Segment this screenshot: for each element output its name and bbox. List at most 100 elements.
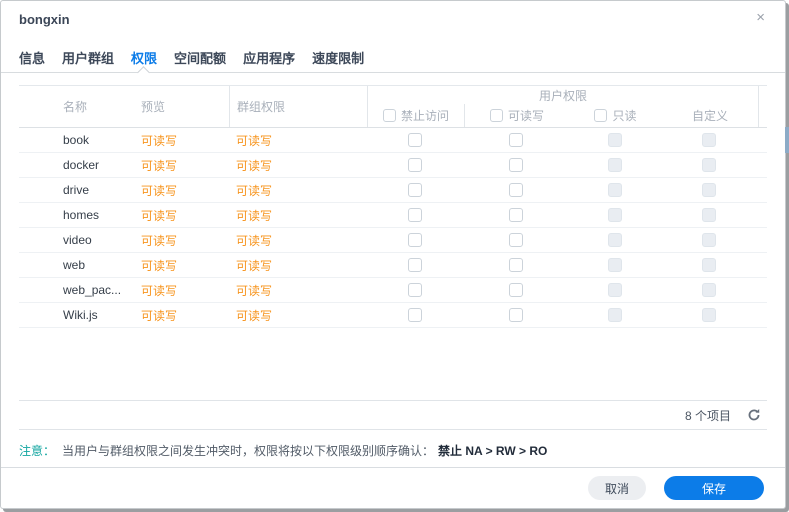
group-permission: 可读写 [236, 308, 273, 323]
tab-quota[interactable]: 空间配额 [174, 46, 226, 72]
tab-label: 空间配额 [174, 51, 227, 66]
read-only-checkbox[interactable] [607, 183, 622, 197]
group-permission: 可读写 [236, 158, 273, 173]
group-permission: 可读写 [236, 133, 273, 148]
dialog-footer: 取消 保存 [1, 467, 785, 508]
tab-label: 信息 [19, 51, 46, 66]
shared-folder-name: drive [63, 183, 90, 197]
shared-folder-name: web [63, 258, 86, 272]
preview-permission: 可读写 [141, 258, 178, 273]
preview-permission: 可读写 [141, 158, 178, 173]
preview-permission: 可读写 [141, 233, 178, 248]
custom-checkbox[interactable] [702, 183, 716, 197]
no-access-checkbox[interactable] [408, 283, 422, 297]
note-priority-order: 禁止 NA > RW > RO [438, 444, 548, 458]
note-label: 注意： [19, 444, 56, 458]
cancel-button[interactable]: 取消 [588, 476, 646, 500]
read-only-checkbox[interactable] [607, 158, 622, 172]
read-write-checkbox[interactable] [508, 283, 523, 297]
subcolumn-no-access: 禁止访问 [368, 104, 464, 127]
table-row: book 可读写 可读写 [19, 128, 767, 153]
read-only-checkbox[interactable] [607, 308, 622, 322]
shared-folder-name: docker [63, 158, 100, 172]
read-only-select-all-checkbox[interactable] [594, 109, 608, 122]
table-empty-area [19, 328, 767, 400]
table-row: web 可读写 可读写 [19, 253, 767, 278]
tab-label: 速度限制 [312, 51, 365, 66]
read-write-checkbox[interactable] [508, 233, 523, 247]
preview-permission: 可读写 [141, 308, 178, 323]
read-write-checkbox[interactable] [508, 158, 523, 172]
table-row: video 可读写 可读写 [19, 228, 767, 253]
read-write-checkbox[interactable] [508, 208, 523, 222]
refresh-icon[interactable] [747, 408, 761, 422]
table-row: drive 可读写 可读写 [19, 178, 767, 203]
custom-checkbox[interactable] [702, 308, 716, 322]
tab-user-groups[interactable]: 用户群组 [62, 46, 114, 72]
shared-folder-name: Wiki.js [63, 308, 98, 322]
table-row: homes 可读写 可读写 [19, 203, 767, 228]
group-permission: 可读写 [236, 258, 273, 273]
no-access-checkbox[interactable] [408, 258, 422, 272]
read-write-select-all-checkbox[interactable] [489, 109, 503, 122]
read-only-checkbox[interactable] [607, 208, 622, 222]
read-write-checkbox[interactable] [508, 258, 523, 272]
table-row: web_pac... 可读写 可读写 [19, 278, 767, 303]
custom-checkbox[interactable] [702, 158, 716, 172]
subcolumn-read-write-label: 可读写 [507, 109, 544, 123]
no-access-checkbox[interactable] [408, 308, 422, 322]
read-only-checkbox[interactable] [607, 258, 622, 272]
read-write-checkbox[interactable] [508, 183, 523, 197]
no-access-checkbox[interactable] [408, 208, 422, 222]
column-header-user-permission: 用户权限 [538, 88, 587, 103]
tab-bar: 信息 用户群组 权限 空间配额 应用程序 速度限制 [1, 46, 785, 73]
subcolumn-read-only-label: 只读 [612, 109, 637, 123]
save-button[interactable]: 保存 [664, 476, 764, 500]
table-header: 名称 预览 群组权限 用户权限 禁止访问 可读写 只读 自定义 [19, 85, 767, 128]
tab-speed-limit[interactable]: 速度限制 [312, 46, 364, 72]
user-edit-dialog: bongxin × 信息 用户群组 权限 空间配额 应用程序 速度限制 名称 预… [0, 0, 786, 509]
read-only-checkbox[interactable] [607, 233, 622, 247]
preview-permission: 可读写 [141, 208, 178, 223]
custom-checkbox[interactable] [702, 258, 716, 272]
subcolumn-read-write: 可读写 [464, 104, 569, 127]
no-access-checkbox[interactable] [408, 158, 422, 172]
custom-checkbox[interactable] [702, 283, 716, 297]
read-write-checkbox[interactable] [508, 133, 523, 147]
read-only-checkbox[interactable] [607, 133, 622, 147]
shared-folder-name: homes [63, 208, 100, 222]
note-text: 当用户与群组权限之间发生冲突时，权限将按以下权限级别顺序确认： [62, 444, 435, 458]
group-permission: 可读写 [236, 183, 273, 198]
tab-label: 应用程序 [243, 51, 296, 66]
tab-label: 权限 [131, 51, 158, 66]
no-access-checkbox[interactable] [408, 183, 422, 197]
group-permission: 可读写 [236, 233, 273, 248]
no-access-checkbox[interactable] [408, 233, 422, 247]
subcolumn-read-only: 只读 [569, 104, 662, 127]
shared-folder-name: web_pac... [63, 283, 122, 297]
column-header-group-permission: 群组权限 [229, 86, 367, 127]
no-access-checkbox[interactable] [408, 133, 422, 147]
custom-checkbox[interactable] [702, 208, 716, 222]
tab-applications[interactable]: 应用程序 [243, 46, 295, 72]
preview-permission: 可读写 [141, 183, 178, 198]
preview-permission: 可读写 [141, 283, 178, 298]
read-only-checkbox[interactable] [607, 283, 622, 297]
no-access-select-all-checkbox[interactable] [382, 109, 396, 122]
tab-label: 用户群组 [62, 51, 115, 66]
shared-folder-name: video [63, 233, 92, 247]
subcolumn-custom-label: 自定义 [691, 109, 728, 123]
dialog-title: bongxin [19, 12, 70, 27]
scrollbar-thumb[interactable] [785, 127, 789, 153]
custom-checkbox[interactable] [702, 233, 716, 247]
tab-permissions[interactable]: 权限 [131, 46, 157, 72]
table-row: Wiki.js 可读写 可读写 [19, 303, 767, 328]
permission-panel: 名称 预览 群组权限 用户权限 禁止访问 可读写 只读 自定义 book 可读写… [19, 73, 767, 459]
close-icon[interactable]: × [752, 6, 769, 29]
custom-checkbox[interactable] [702, 133, 716, 147]
subcolumn-custom: 自定义 [662, 104, 758, 127]
tab-info[interactable]: 信息 [19, 46, 45, 72]
read-write-checkbox[interactable] [508, 308, 523, 322]
user-permission-section: 用户权限 禁止访问 可读写 只读 自定义 [367, 86, 759, 127]
table-row: docker 可读写 可读写 [19, 153, 767, 178]
